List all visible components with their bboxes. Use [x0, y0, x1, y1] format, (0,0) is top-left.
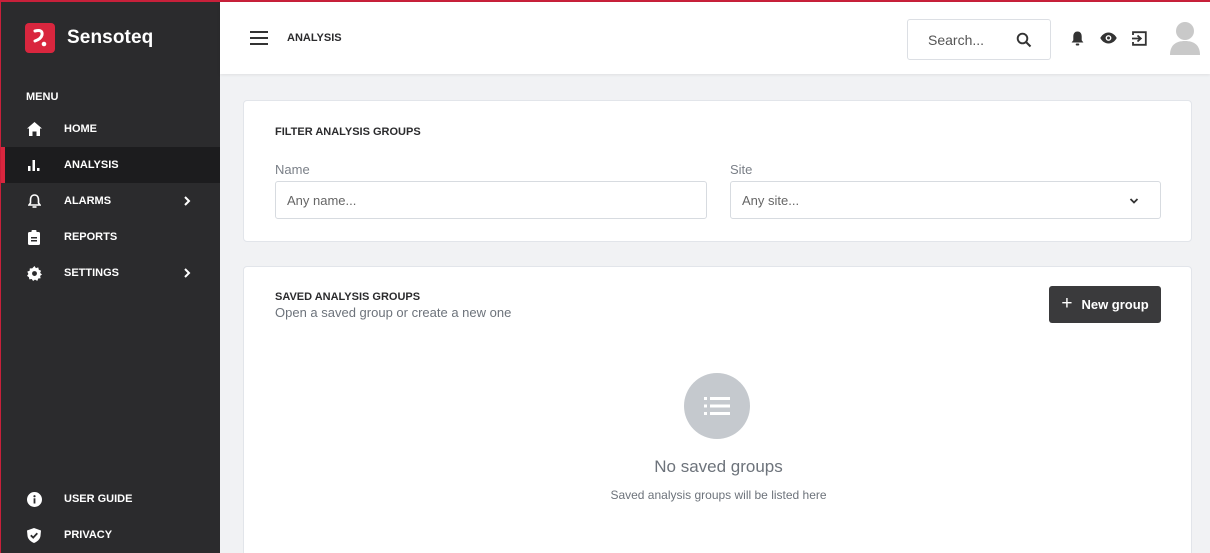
logout-icon[interactable]	[1130, 29, 1148, 47]
sidebar-item-privacy[interactable]: PRIVACY	[1, 517, 220, 553]
sidebar-item-settings[interactable]: SETTINGS	[1, 255, 220, 291]
sensoteq-logo-icon	[25, 22, 55, 53]
clipboard-icon	[26, 229, 42, 245]
sidebar-nav: HOME ANALYSIS ALARMS REPORTS SETTINGS	[1, 111, 220, 291]
sidebar-item-label: SETTINGS	[64, 267, 120, 279]
info-icon	[26, 491, 42, 507]
sidebar-item-label: HOME	[64, 123, 97, 135]
bar-chart-icon	[26, 157, 42, 173]
topbar: ANALYSIS Search...	[220, 2, 1210, 74]
sidebar: Sensoteq MENU HOME ANALYSIS ALARMS REPOR…	[1, 2, 220, 553]
eye-icon[interactable]	[1099, 29, 1117, 47]
hamburger-icon[interactable]	[250, 31, 268, 45]
new-group-label: New group	[1081, 297, 1149, 312]
plus-icon: +	[1061, 292, 1073, 314]
saved-groups-card: SAVED ANALYSIS GROUPS Open a saved group…	[243, 266, 1192, 553]
bell-icon	[26, 193, 42, 209]
sidebar-item-analysis[interactable]: ANALYSIS	[1, 147, 220, 183]
new-group-button[interactable]: + New group	[1049, 286, 1161, 323]
filter-card: FILTER ANALYSIS GROUPS Name Any name... …	[243, 100, 1192, 242]
search-placeholder: Search...	[928, 31, 985, 48]
site-label: Site	[730, 162, 753, 177]
saved-title: SAVED ANALYSIS GROUPS	[275, 291, 421, 303]
sidebar-item-reports[interactable]: REPORTS	[1, 219, 220, 255]
sidebar-item-user-guide[interactable]: USER GUIDE	[1, 481, 220, 517]
name-field[interactable]: Any name...	[275, 181, 707, 219]
filter-title: FILTER ANALYSIS GROUPS	[275, 126, 421, 138]
avatar-icon[interactable]	[1170, 21, 1200, 55]
sidebar-item-alarms[interactable]: ALARMS	[1, 183, 220, 219]
site-select[interactable]: Any site...	[730, 181, 1161, 219]
chevron-right-icon	[184, 268, 191, 278]
sidebar-bottom-nav: USER GUIDE PRIVACY	[1, 481, 220, 553]
list-icon	[684, 373, 750, 439]
sidebar-item-label: PRIVACY	[64, 529, 113, 541]
chevron-down-icon	[1129, 198, 1139, 204]
sidebar-item-label: ALARMS	[64, 195, 112, 207]
bell-icon[interactable]	[1068, 29, 1086, 47]
saved-subtitle: Open a saved group or create a new one	[275, 305, 512, 320]
name-label: Name	[275, 162, 310, 177]
shield-check-icon	[26, 527, 42, 543]
app-window: Sensoteq MENU HOME ANALYSIS ALARMS REPOR…	[0, 0, 1210, 553]
site-select-value: Any site...	[742, 192, 800, 208]
name-placeholder: Any name...	[287, 192, 357, 208]
chevron-right-icon	[184, 196, 191, 206]
sidebar-item-home[interactable]: HOME	[1, 111, 220, 147]
menu-header: MENU	[26, 91, 59, 103]
sidebar-item-label: REPORTS	[64, 231, 118, 243]
brand[interactable]: Sensoteq	[1, 2, 220, 73]
sidebar-item-label: ANALYSIS	[64, 159, 119, 171]
empty-state-subtitle: Saved analysis groups will be listed her…	[610, 488, 827, 502]
gear-icon	[26, 265, 42, 281]
brand-name: Sensoteq	[67, 26, 154, 48]
home-icon	[26, 121, 42, 137]
search-input[interactable]: Search...	[907, 19, 1051, 60]
sidebar-item-label: USER GUIDE	[64, 493, 133, 505]
page-title: ANALYSIS	[287, 32, 342, 44]
empty-state-title: No saved groups	[654, 457, 783, 476]
search-icon[interactable]	[1016, 32, 1032, 48]
